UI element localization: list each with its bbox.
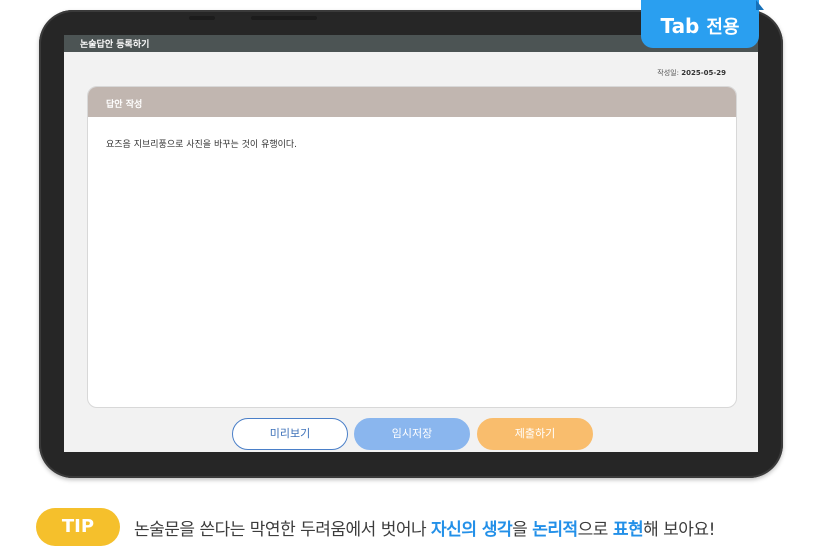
- hardware-button: [251, 16, 317, 20]
- preview-button[interactable]: 미리보기: [232, 418, 348, 450]
- tip-highlight: 논리적: [532, 520, 578, 540]
- tip-highlight: 자신의 생각: [431, 520, 513, 540]
- tablet-screen: 논술답안 등록하기 작성일: 2025-05-29 답안 작성 요즈음 지브리풍…: [64, 35, 758, 452]
- badge-suffix: 전용: [706, 17, 740, 38]
- hardware-button: [189, 16, 215, 20]
- answer-card: 답안 작성 요즈음 지브리풍으로 사진을 바꾸는 것이 유행이다.: [87, 86, 737, 408]
- tip-text-part: 을: [512, 520, 533, 540]
- answer-card-title: 답안 작성: [106, 100, 143, 110]
- tip-highlight: 표현: [612, 520, 644, 540]
- submit-button[interactable]: 제출하기: [477, 418, 593, 450]
- date-label: 작성일:: [657, 69, 679, 77]
- page-title: 논술답안 등록하기: [80, 40, 150, 50]
- date-row: 작성일: 2025-05-29: [657, 68, 726, 78]
- tip-text-part: 해 보아요!: [643, 520, 715, 540]
- tip-text: 논술문을 쓴다는 막연한 두려움에서 벗어나 자신의 생각을 논리적으로 표현해…: [134, 515, 715, 540]
- badge-prefix: Tab: [660, 14, 700, 38]
- temp-save-button[interactable]: 임시저장: [354, 418, 470, 450]
- badge-fold: [756, 0, 764, 10]
- tip-badge: TIP: [36, 508, 120, 546]
- date-value: 2025-05-29: [681, 69, 726, 77]
- tab-only-badge: Tab 전용: [641, 0, 759, 48]
- tip-text-part: 논술문을 쓴다는 막연한 두려움에서 벗어나: [134, 520, 432, 540]
- answer-text-area[interactable]: 요즈음 지브리풍으로 사진을 바꾸는 것이 유행이다.: [106, 137, 297, 150]
- answer-card-header: 답안 작성: [88, 87, 736, 117]
- tip-text-part: 으로: [577, 520, 613, 540]
